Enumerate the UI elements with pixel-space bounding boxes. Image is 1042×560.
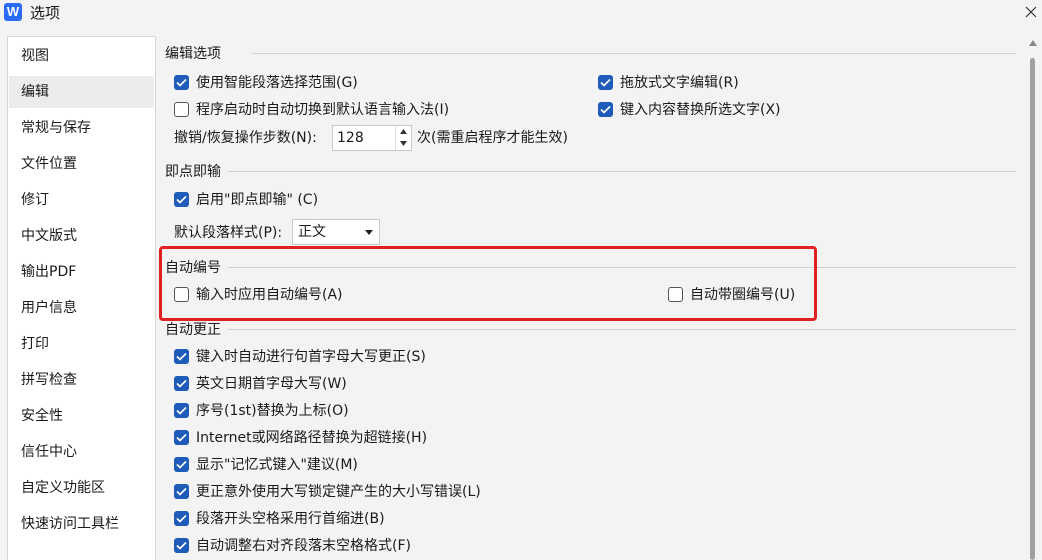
checkbox-checked [598,102,613,117]
check-icon [176,460,187,469]
checkbox-label: 拖放式文字编辑(R) [620,75,739,91]
checkbox-label: 自动调整右对齐段落末空格格式(F) [196,538,411,554]
section-title-click-and-type: 即点即输 [165,163,223,181]
checkbox-checked [174,511,189,526]
nav-item-edit[interactable]: 编辑 [9,76,154,108]
checkbox-checked [174,484,189,499]
check-icon [176,433,187,442]
undo-steps-value: 128 [337,130,364,146]
undo-steps-label: 撤销/恢复操作步数(N): [174,130,317,146]
scroll-up-icon[interactable] [1029,40,1037,46]
checkbox-label: 键入时自动进行句首字母大写更正(S) [196,349,426,365]
close-icon [1025,6,1037,18]
options-category-list: 视图 编辑 常规与保存 文件位置 修订 中文版式 输出PDF 用户信息 打印 拼… [7,36,156,560]
checkbox-label: 使用智能段落选择范围(G) [196,75,358,91]
nav-item-security[interactable]: 安全性 [9,400,154,432]
default-paragraph-style-select[interactable]: 正文 [292,219,380,245]
check-icon [176,487,187,496]
undo-steps-stepper[interactable]: 128 [332,125,412,151]
nav-item-spell-check[interactable]: 拼写检查 [9,364,154,396]
edit-options-panel: 编辑选项 使用智能段落选择范围(G) 程序启动时自动切换到默认语言输入法(I) … [156,36,1042,560]
checkbox-checked [174,192,189,207]
nav-item-view[interactable]: 视图 [9,40,154,72]
triangle-down-icon [400,141,407,146]
dropdown-arrow-icon [365,230,373,235]
nav-item-export-pdf[interactable]: 输出PDF [9,256,154,288]
checkbox-label: 序号(1st)替换为上标(O) [196,403,349,419]
check-icon [176,379,187,388]
undo-steps-note: 次(需重启程序才能生效) [417,130,568,146]
checkbox-checked [174,538,189,553]
close-button[interactable] [1018,0,1042,26]
checkbox-checked [174,430,189,445]
red-highlight-box [159,246,817,321]
check-icon [176,78,187,87]
default-paragraph-style-label: 默认段落样式(P): [174,225,283,241]
checkbox-checked [174,403,189,418]
checkbox-checked [174,75,189,90]
nav-item-trust-center[interactable]: 信任中心 [9,436,154,468]
checkbox-label: 显示"记忆式键入"建议(M) [196,457,358,473]
window-title: 选项 [30,4,61,22]
checkbox-label: 启用"即点即输" (C) [196,192,319,208]
check-icon [176,406,187,415]
check-icon [176,352,187,361]
checkbox-label: 段落开头空格采用行首缩进(B) [196,511,385,527]
checkbox-unchecked [174,102,189,117]
nav-item-user-info[interactable]: 用户信息 [9,292,154,324]
check-icon [176,541,187,550]
section-divider [228,329,1016,330]
checkbox-checked [174,457,189,472]
checkbox-checked [174,376,189,391]
scrollbar-thumb[interactable] [1030,58,1035,560]
nav-item-print[interactable]: 打印 [9,328,154,360]
checkbox-label: Internet或网络路径替换为超链接(H) [196,430,428,446]
stepper-arrows [395,126,411,150]
nav-item-general-save[interactable]: 常规与保存 [9,112,154,144]
nav-item-customize-ribbon[interactable]: 自定义功能区 [9,472,154,504]
triangle-up-icon [400,129,407,134]
check-icon [176,195,187,204]
check-icon [600,105,611,114]
section-title-edit-options: 编辑选项 [165,45,223,63]
checkbox-label: 程序启动时自动切换到默认语言输入法(I) [196,102,450,118]
checkbox-label: 更正意外使用大写锁定键产生的大小写错误(L) [196,484,481,500]
section-divider [252,53,1016,54]
stepper-down-button[interactable] [396,138,411,150]
check-icon [600,78,611,87]
nav-item-chinese-layout[interactable]: 中文版式 [9,220,154,252]
checkbox-label: 英文日期首字母大写(W) [196,376,347,392]
wps-writer-logo-icon: W [4,3,22,21]
stepper-up-button[interactable] [396,126,411,138]
checkbox-checked [598,75,613,90]
nav-item-file-location[interactable]: 文件位置 [9,148,154,180]
section-title-autocorrect: 自动更正 [165,321,223,339]
nav-item-revision[interactable]: 修订 [9,184,154,216]
nav-item-quick-access-toolbar[interactable]: 快速访问工具栏 [9,508,154,540]
section-divider [228,171,1016,172]
checkbox-checked [174,349,189,364]
title-bar: W 选项 [0,0,1042,30]
vertical-scrollbar[interactable] [1024,36,1042,560]
selected-value: 正文 [298,224,326,240]
checkbox-label: 键入内容替换所选文字(X) [620,102,781,118]
check-icon [176,514,187,523]
